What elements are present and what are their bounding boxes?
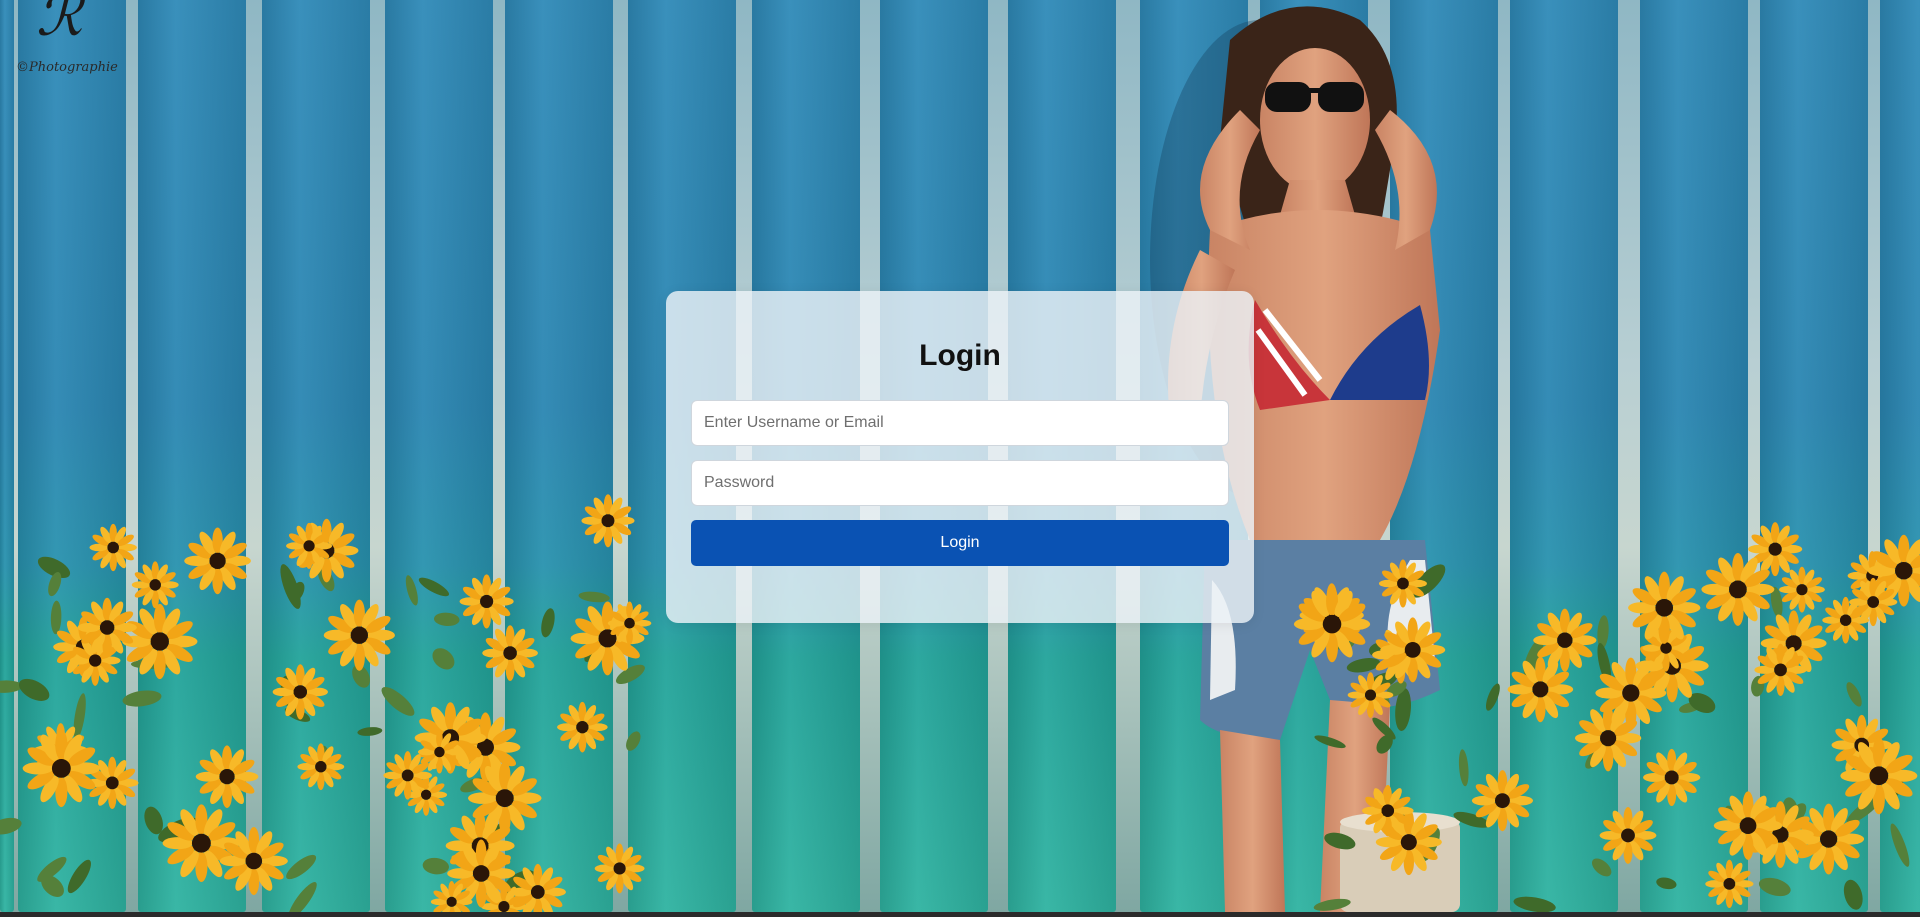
watermark-monogram: ℛ <box>36 0 83 49</box>
fence-plank <box>1760 0 1868 912</box>
login-title: Login <box>919 339 1001 372</box>
fence-plank <box>0 0 14 912</box>
fence-plank <box>18 0 126 912</box>
fence-plank <box>138 0 246 912</box>
fence-plank <box>505 0 613 912</box>
bottom-edge <box>0 912 1920 917</box>
login-button[interactable]: Login <box>691 520 1229 566</box>
watermark-text: ©Photographie <box>16 60 118 75</box>
photographer-watermark: ℛ ©Photographie <box>16 0 118 84</box>
background-photo: ℛ ©Photographie Login Login <box>0 0 1920 912</box>
fence-plank <box>1880 0 1920 912</box>
username-input[interactable] <box>691 400 1229 446</box>
fence-plank <box>1640 0 1748 912</box>
fence-plank <box>262 0 370 912</box>
fence-plank <box>1510 0 1618 912</box>
fence-plank <box>385 0 493 912</box>
password-input[interactable] <box>691 460 1229 506</box>
login-card: Login Login <box>666 291 1254 623</box>
